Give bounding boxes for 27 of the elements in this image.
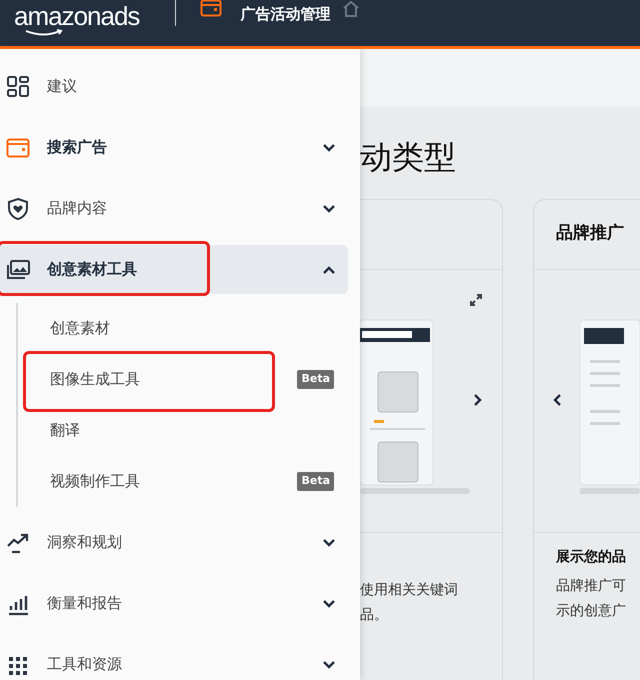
shield-heart-icon bbox=[5, 196, 31, 220]
page-title: 广告活动管理 bbox=[240, 4, 330, 25]
submenu-item[interactable]: 视频制作工具 bbox=[50, 470, 140, 493]
image-stack-icon bbox=[5, 258, 31, 282]
sidebar-item[interactable]: 衡量和报告 bbox=[0, 579, 348, 628]
sidebar-item[interactable]: 工具和资源 bbox=[0, 640, 348, 680]
submenu-item[interactable]: 创意素材 bbox=[50, 317, 110, 340]
home-icon[interactable] bbox=[342, 1, 360, 17]
card-icon bbox=[5, 136, 31, 160]
campaign-card[interactable]: 品牌推广 展示您的品 品牌推广可 示的创意广 bbox=[533, 198, 640, 680]
beta-badge: Beta bbox=[297, 472, 334, 491]
logo-text: amazonads bbox=[14, 3, 140, 29]
section-heading: 动类型 bbox=[360, 137, 457, 178]
campaign-card[interactable]: 使用相关关键词 品。 bbox=[360, 198, 503, 680]
sidebar-item[interactable]: 洞察和规划 bbox=[0, 518, 348, 567]
beta-badge: Beta bbox=[297, 370, 334, 389]
submenu-item[interactable]: 翻译 bbox=[50, 419, 80, 442]
card-description: 品牌推广可 示的创意广 bbox=[556, 576, 627, 621]
card-description: 使用相关关键词 品。 bbox=[360, 580, 459, 625]
card-title: 品牌推广 bbox=[556, 222, 624, 246]
expand-icon[interactable] bbox=[469, 292, 483, 307]
sidebar-item[interactable]: 建议 bbox=[0, 62, 348, 111]
card-subtitle: 展示您的品 bbox=[556, 548, 627, 567]
sidebar-item[interactable]: 品牌内容 bbox=[0, 184, 348, 233]
grid-icon bbox=[5, 74, 31, 98]
submenu-item[interactable]: 图像生成工具 bbox=[50, 368, 140, 391]
sidebar-item[interactable]: 搜索广告 bbox=[0, 123, 348, 172]
